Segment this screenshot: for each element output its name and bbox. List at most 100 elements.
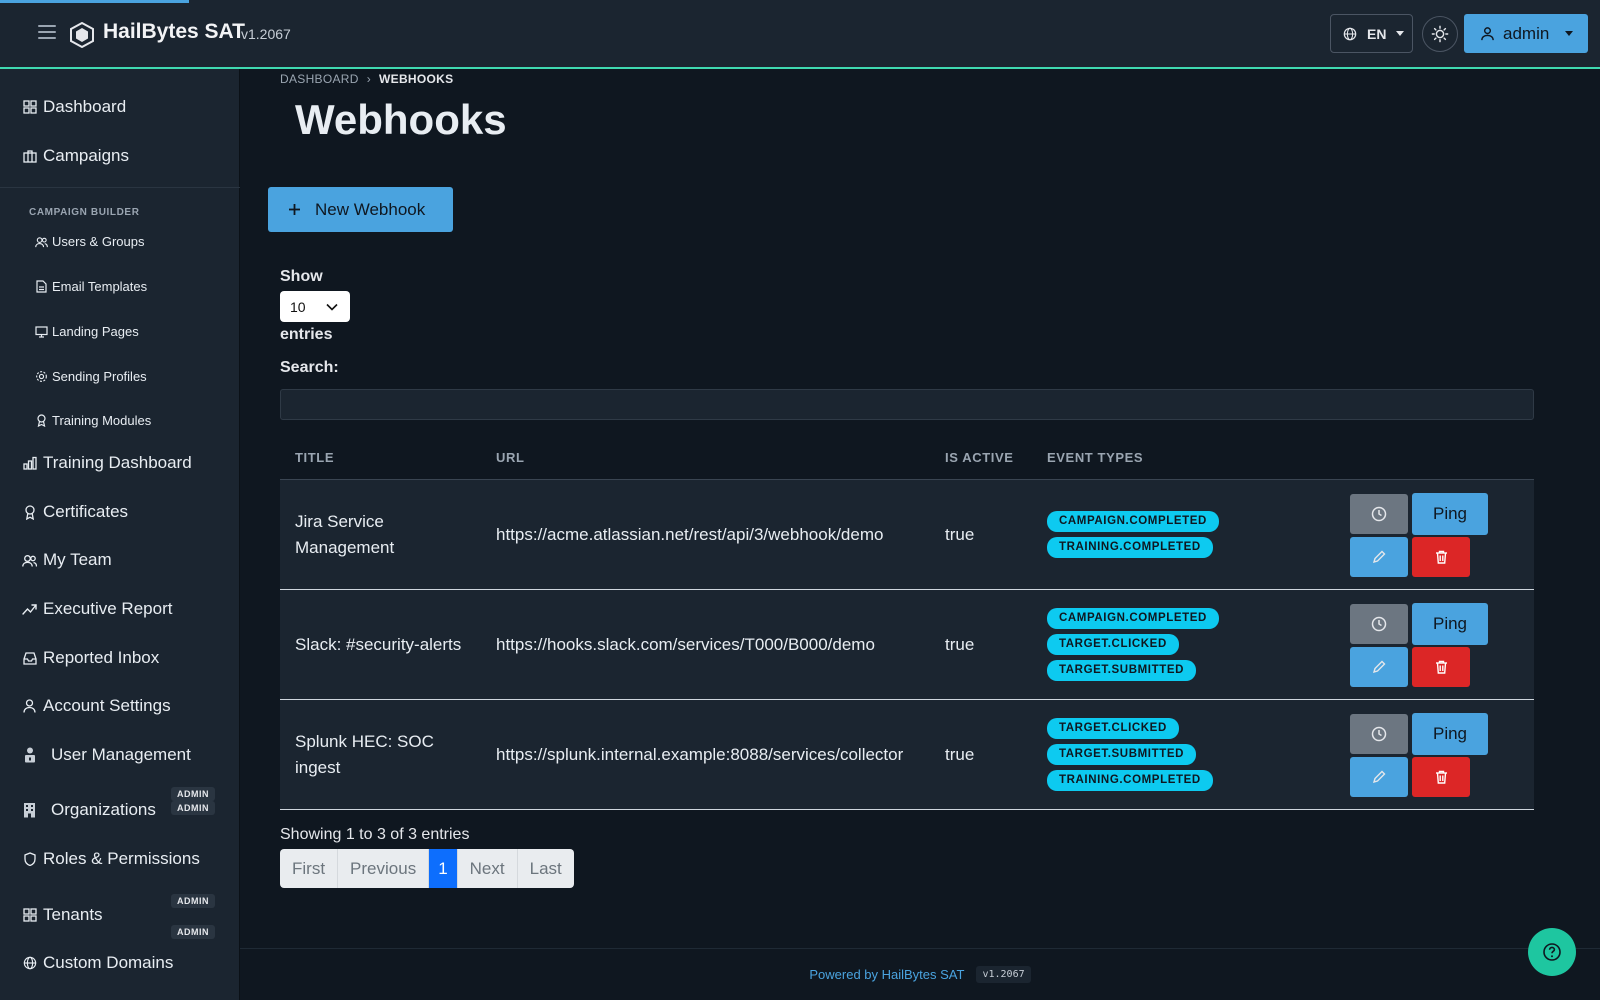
sidebar-item-label: Users & Groups [52,234,145,249]
table-info: Showing 1 to 3 of 3 entries [280,826,470,843]
sidebar-item-label: Training Dashboard [43,453,192,472]
pagination-page-1[interactable]: 1 [429,849,458,888]
hexagon-logo-icon [70,22,94,48]
sidebar-item-label: Account Settings [43,696,171,715]
ping-button[interactable]: Ping [1412,493,1488,535]
delete-button[interactable] [1412,757,1470,797]
history-button[interactable] [1350,494,1408,534]
webhook-title: Jira Service Management [295,512,395,557]
page-title: Webhooks [295,96,507,143]
chevron-down-icon [1396,31,1405,36]
column-header-title[interactable]: TITLE [295,450,334,465]
table-header: TITLE URL IS ACTIVE EVENT TYPES [280,436,1534,480]
trash-icon [1435,770,1447,784]
edit-button[interactable] [1350,647,1408,687]
pagination-first[interactable]: First [280,849,339,888]
event-badge: TARGET.CLICKED [1047,718,1179,739]
show-label: Show [280,268,323,285]
sidebar-item-roles-permissions[interactable]: Roles & Permissions [22,849,200,869]
pagination-last[interactable]: Last [518,849,574,888]
sidebar-item-label: Training Modules [52,413,152,428]
clock-icon [1371,506,1387,522]
sidebar-item-certificates[interactable]: Certificates [22,502,128,522]
users-icon [22,553,37,568]
sidebar-item-label: Campaigns [43,146,129,165]
user-menu-button[interactable]: admin [1464,14,1588,53]
webhook-title: Splunk HEC: SOC ingest [295,732,434,777]
pagination-next[interactable]: Next [458,849,518,888]
language-selector[interactable]: EN [1330,14,1413,53]
breadcrumb-separator: › [366,72,372,86]
table-row: Splunk HEC: SOC ingest https://splunk.in… [280,700,1534,810]
clock-icon [1371,616,1387,632]
sidebar-item-label: Tenants [43,905,103,924]
sidebar-item-reported-inbox[interactable]: Reported Inbox [22,648,159,668]
pagination-previous[interactable]: Previous [338,849,430,888]
theme-toggle-button[interactable] [1422,16,1458,52]
app-version: v1.2067 [241,26,291,42]
webhooks-table: TITLE URL IS ACTIVE EVENT TYPES Jira Ser… [280,436,1534,810]
loading-progress-bar [0,0,189,3]
column-header-url[interactable]: URL [496,450,525,465]
event-badge: TARGET.SUBMITTED [1047,660,1197,681]
hamburger-menu-icon[interactable] [38,25,56,39]
sidebar-item-user-management[interactable]: User Management [22,745,191,765]
award-icon [22,504,37,520]
sidebar-item-label: Sending Profiles [52,369,147,384]
sidebar-item-sending-profiles[interactable]: Sending Profiles [35,369,147,384]
sidebar-item-users-groups[interactable]: Users & Groups [35,234,144,249]
page-length-select[interactable]: 10 [280,291,350,322]
language-label: EN [1367,25,1387,42]
sidebar-item-training-dashboard[interactable]: Training Dashboard [22,453,192,473]
delete-button[interactable] [1412,537,1470,577]
chevron-down-icon [326,303,338,311]
sidebar-item-my-team[interactable]: My Team [22,550,112,570]
sidebar-item-email-templates[interactable]: Email Templates [35,279,147,294]
event-badge: TRAINING.COMPLETED [1047,537,1213,558]
sidebar-item-label: Reported Inbox [43,648,160,667]
pencil-icon [1372,770,1386,784]
user-icon [22,699,37,714]
sidebar-item-label: Custom Domains [43,953,174,972]
document-icon [35,280,48,293]
pencil-icon [1372,550,1386,564]
help-button[interactable] [1528,928,1576,976]
gear-icon [35,370,48,383]
history-button[interactable] [1350,714,1408,754]
footer: Powered by HailBytes SAT v1.2067 [240,948,1600,1000]
sidebar-item-tenants[interactable]: Tenants [22,905,103,925]
new-webhook-button[interactable]: New Webhook [268,187,453,232]
breadcrumb-dashboard-link[interactable]: DASHBOARD [280,72,359,86]
brand-name[interactable]: HailBytes SAT [103,20,245,44]
bar-chart-icon [22,456,37,471]
sidebar-item-account-settings[interactable]: Account Settings [22,696,171,716]
sidebar-item-dashboard[interactable]: Dashboard [22,97,126,117]
sidebar-item-label: Certificates [43,502,129,521]
edit-button[interactable] [1350,757,1408,797]
powered-by-link[interactable]: Powered by HailBytes SAT [809,967,964,982]
sidebar-item-landing-pages[interactable]: Landing Pages [35,324,139,339]
column-header-is-active[interactable]: IS ACTIVE [945,450,1013,465]
sidebar-item-custom-domains[interactable]: Custom Domains [22,953,173,973]
column-header-event-types[interactable]: EVENT TYPES [1047,450,1143,465]
search-input[interactable] [280,389,1534,420]
ping-button[interactable]: Ping [1412,603,1488,645]
row-actions: Ping [1350,493,1490,577]
edit-button[interactable] [1350,537,1408,577]
pencil-icon [1372,660,1386,674]
history-button[interactable] [1350,604,1408,644]
sidebar-item-training-modules[interactable]: Training Modules [35,413,151,428]
event-types: CAMPAIGN.COMPLETED TRAINING.COMPLETED [1047,511,1219,558]
webhook-title: Slack: #security-alerts [295,635,462,654]
sidebar-item-campaigns[interactable]: Campaigns [22,146,129,166]
user-lock-icon [22,747,37,763]
event-types: CAMPAIGN.COMPLETED TARGET.CLICKED TARGET… [1047,608,1219,681]
sidebar-item-organizations[interactable]: Organizations [22,800,156,820]
delete-button[interactable] [1412,647,1470,687]
sidebar-item-label: Roles & Permissions [43,849,200,868]
ping-button[interactable]: Ping [1412,713,1488,755]
sidebar-item-executive-report[interactable]: Executive Report [22,599,172,619]
footer-version: v1.2067 [976,966,1031,983]
trash-icon [1435,550,1447,564]
webhook-url: https://acme.atlassian.net/rest/api/3/we… [496,525,884,544]
